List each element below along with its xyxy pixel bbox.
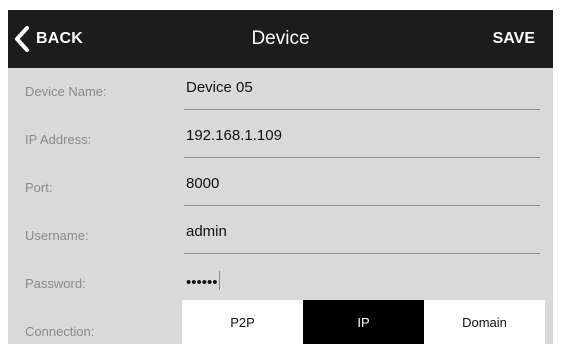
back-button[interactable]: BACK — [14, 22, 83, 56]
top-app-bar: Device BACK SAVE — [8, 10, 553, 68]
form-row-device-name: Device Name: Device 05 — [8, 68, 553, 116]
device-settings-screen: Device BACK SAVE Device Name: Device 05 … — [8, 10, 553, 344]
connection-segmented-control: P2P IP Domain — [182, 300, 545, 344]
password-value: •••••• — [186, 274, 218, 291]
password-field[interactable]: •••••• — [184, 260, 540, 303]
device-name-label: Device Name: — [25, 84, 107, 99]
ip-address-field[interactable]: 192.168.1.109 — [184, 116, 540, 158]
ip-address-value: 192.168.1.109 — [186, 127, 282, 144]
save-button[interactable]: SAVE — [493, 10, 535, 68]
form-row-port: Port: 8000 — [8, 164, 553, 212]
ip-address-label: IP Address: — [25, 132, 92, 147]
form-row-username: Username: admin — [8, 212, 553, 260]
password-value-wrapper: •••••• — [186, 271, 220, 291]
connection-option-p2p[interactable]: P2P — [182, 300, 303, 344]
password-label: Password: — [25, 276, 86, 291]
connection-option-ip[interactable]: IP — [303, 300, 424, 344]
username-value: admin — [186, 223, 227, 240]
username-label: Username: — [25, 228, 89, 243]
text-cursor — [218, 271, 220, 290]
port-label: Port: — [25, 180, 53, 195]
port-value: 8000 — [186, 175, 220, 192]
connection-label: Connection: — [25, 324, 95, 339]
port-field[interactable]: 8000 — [184, 164, 540, 206]
device-name-field[interactable]: Device 05 — [184, 68, 540, 110]
back-button-label: BACK — [36, 30, 84, 47]
connection-option-domain[interactable]: Domain — [424, 300, 545, 344]
form-row-ip-address: IP Address: 192.168.1.109 — [8, 116, 553, 164]
username-field[interactable]: admin — [184, 212, 540, 254]
chevron-left-icon — [15, 26, 29, 52]
page-title: Device — [251, 28, 310, 49]
device-name-value: Device 05 — [186, 79, 253, 96]
